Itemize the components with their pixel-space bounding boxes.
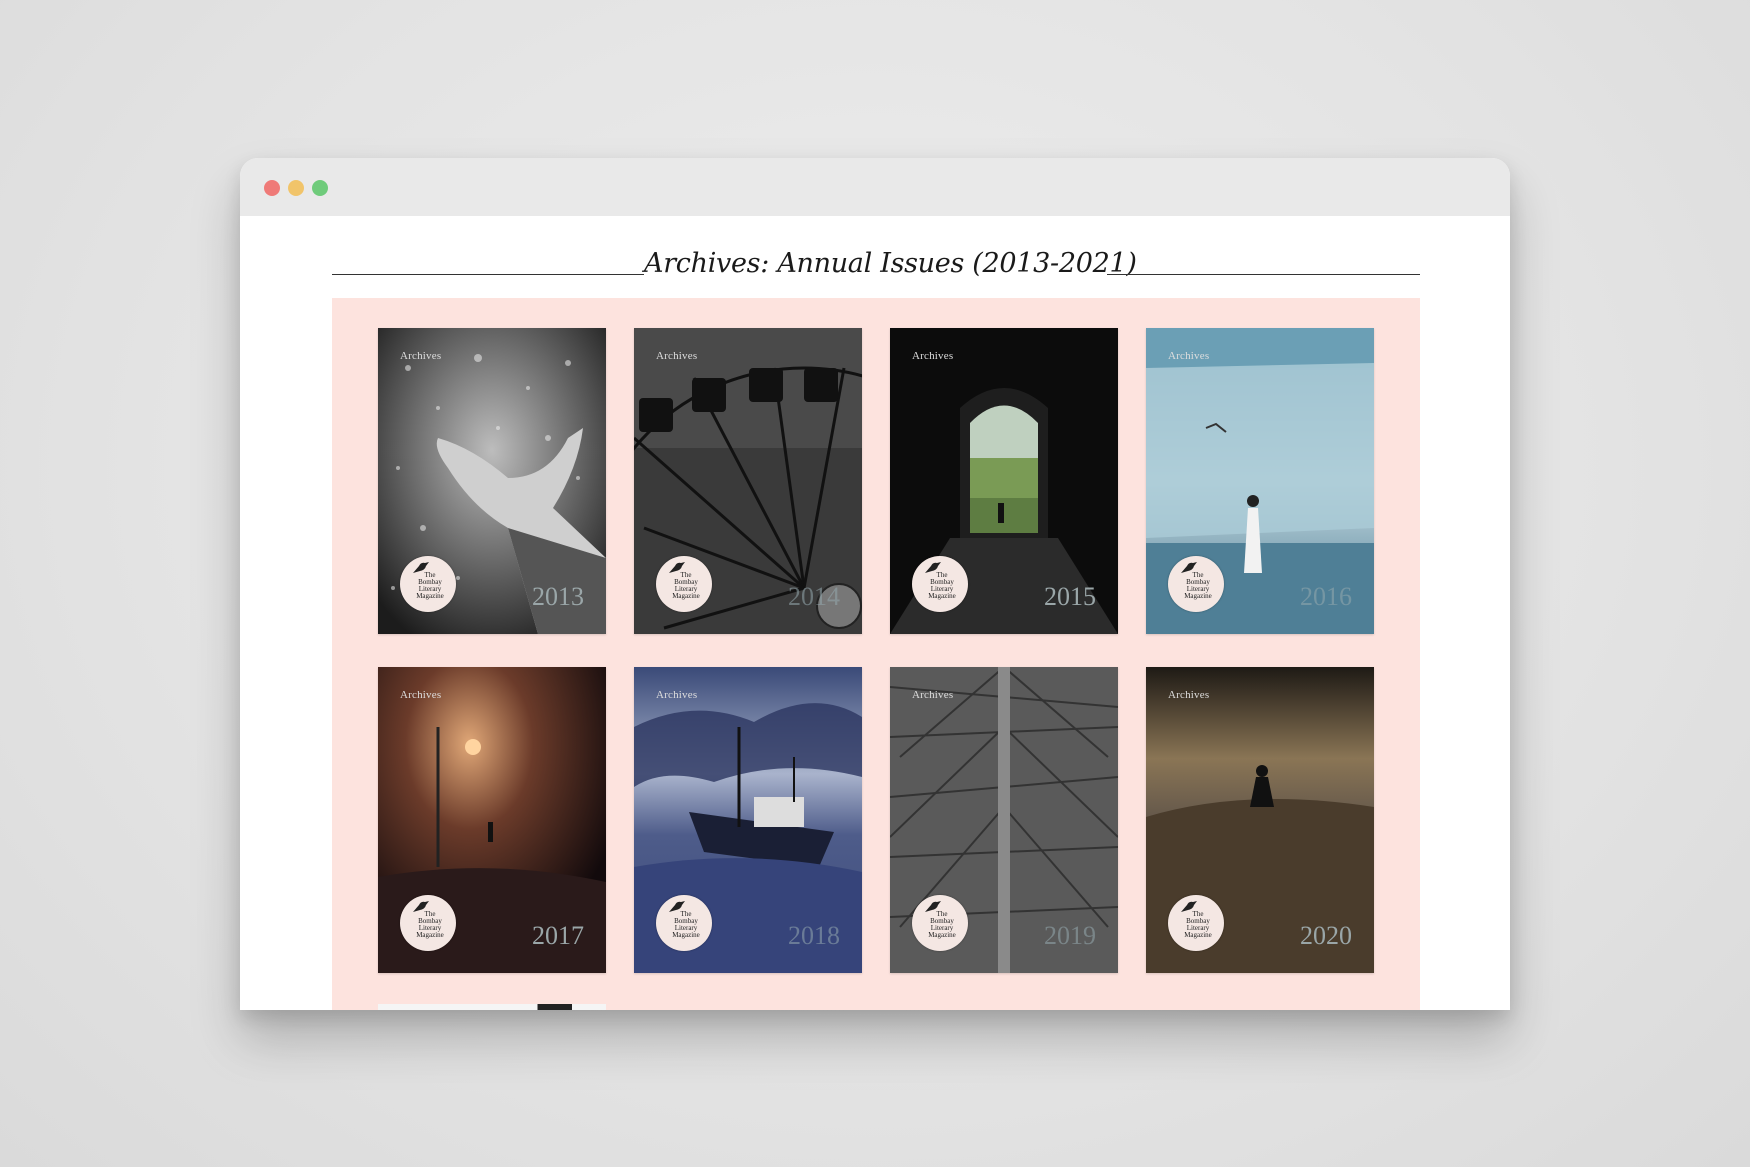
magazine-logo-badge: The Bombay Literary Magazine	[912, 895, 968, 951]
badge-line-4: Magazine	[672, 931, 700, 939]
maximize-window-button[interactable]	[312, 180, 328, 196]
archives-grid: Archives The Bombay Literary Magazine 2013	[332, 298, 1420, 1010]
badge-line-4: Magazine	[672, 592, 700, 600]
issue-cover-2013[interactable]: Archives The Bombay Literary Magazine 2013	[378, 328, 606, 634]
cover-label: Archives	[400, 350, 442, 362]
cover-year: 2017	[532, 921, 584, 950]
magazine-logo-badge: The Bombay Literary Magazine	[912, 556, 968, 612]
heading-rule-right	[1107, 274, 1420, 275]
issue-cover-2017[interactable]: Archives The Bombay Literary Magazine 2017	[378, 667, 606, 973]
badge-line-4: Magazine	[1184, 931, 1212, 939]
cover-label: Archives	[912, 350, 954, 362]
issue-cover-2018[interactable]: Archives The Bombay Literary Magazine 2018	[634, 667, 862, 973]
page-content: Archives: Annual Issues (2013-2021) Arch…	[240, 216, 1510, 1010]
title-bar	[240, 158, 1510, 216]
heading-rule-left	[332, 274, 644, 275]
badge-line-4: Magazine	[416, 592, 444, 600]
cover-label: Archives	[656, 350, 698, 362]
magazine-logo-badge: The Bombay Literary Magazine	[400, 895, 456, 951]
cover-label: Archives	[400, 689, 442, 701]
minimize-window-button[interactable]	[288, 180, 304, 196]
cover-year: 2016	[1300, 582, 1352, 611]
badge-line-4: Magazine	[1184, 592, 1212, 600]
magazine-logo-badge: The Bombay Literary Magazine	[1168, 895, 1224, 951]
cover-year: 2020	[1300, 921, 1352, 950]
cover-label: Archives	[1168, 689, 1210, 701]
badge-line-4: Magazine	[928, 931, 956, 939]
cover-year: 2014	[788, 582, 840, 611]
magazine-logo-badge: The Bombay Literary Magazine	[1168, 556, 1224, 612]
issue-cover-2014[interactable]: Archives The Bombay Literary Magazine 2014	[634, 328, 862, 634]
heading-row: Archives: Annual Issues (2013-2021)	[332, 236, 1420, 280]
browser-window: Archives: Annual Issues (2013-2021) Arch…	[240, 158, 1510, 1010]
magazine-logo-badge: The Bombay Literary Magazine	[656, 556, 712, 612]
cover-year: 2015	[1044, 582, 1096, 611]
issue-cover-2015[interactable]: Archives The Bombay Literary Magazine 2015	[890, 328, 1118, 634]
cover-year: 2019	[1044, 921, 1096, 950]
cover-label: Archives	[656, 689, 698, 701]
badge-line-4: Magazine	[928, 592, 956, 600]
cover-label: Archives	[912, 689, 954, 701]
cover-label: Archives	[1168, 350, 1210, 362]
badge-line-4: Magazine	[416, 931, 444, 939]
cover-year: 2013	[532, 582, 584, 611]
issue-cover-2019[interactable]: Archives The Bombay Literary Magazine 2019	[890, 667, 1118, 973]
issue-cover-2020[interactable]: Archives The Bombay Literary Magazine 2020	[1146, 667, 1374, 973]
magazine-logo-badge: The Bombay Literary Magazine	[656, 895, 712, 951]
cover-year: 2018	[788, 921, 840, 950]
magazine-logo-badge: The Bombay Literary Magazine	[400, 556, 456, 612]
issue-cover-2016[interactable]: Archives The Bombay Literary Magazine 2016	[1146, 328, 1374, 634]
page-title: Archives: Annual Issues (2013-2021)	[644, 248, 1137, 279]
close-window-button[interactable]	[264, 180, 280, 196]
issue-cover-2021-partial[interactable]	[378, 1004, 606, 1010]
